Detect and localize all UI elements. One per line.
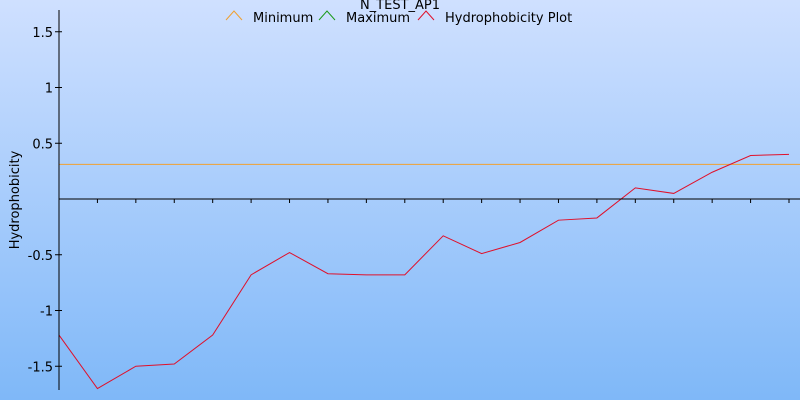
legend-label: Maximum [346,11,410,26]
y-axis-label: Hydrophobicity [8,150,23,249]
hydrophobicity-chart: N_TEST_AP1 Minimum Maximum Hydrophobicity … [0,0,800,400]
y-tick-label: -1.5 [28,360,53,375]
y-tick-label: 0.5 [32,137,53,152]
legend: Minimum Maximum Hydrophobicity Plot [225,10,572,26]
legend-label: Hydrophobicity Plot [445,11,572,26]
y-tick-label: -0.5 [28,249,53,264]
y-tick-label: 1 [45,82,53,97]
chart-background [0,0,800,400]
y-tick-label: 1.5 [32,26,53,41]
legend-label: Minimum [253,11,313,26]
y-tick-label: -1 [40,305,53,320]
